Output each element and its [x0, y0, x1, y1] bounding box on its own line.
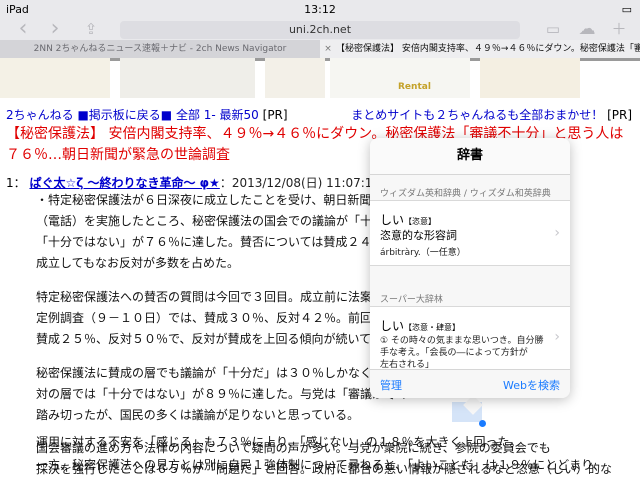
body-line: 踏み切ったが、国民の多くは議論が足りないと思っている。	[36, 408, 360, 422]
popover-title: 辞書	[370, 138, 570, 175]
dictionary-popover: 辞書 ウィズダム英和辞典 / ウィズダム和英辞典 しい【恣意】 恣意的な形容詞 …	[370, 138, 570, 398]
url-bar[interactable]: uni.2ch.net	[120, 21, 520, 39]
ad-banner[interactable]: Rental	[0, 58, 640, 98]
dictionary-entry-wisdom[interactable]: しい【恣意】 恣意的な形容詞 árbitràry.（一任意） ›	[370, 200, 570, 266]
entry-headword: しい【恣意】	[380, 211, 436, 228]
headword-tag: 【恣意】	[404, 217, 437, 226]
body-line: 運用に対する不安を「感じる」も７３％に上り、「感じない」の１８％を大きく上回った…	[36, 435, 522, 449]
manage-button[interactable]: 管理	[380, 377, 402, 393]
tab-active-article[interactable]: ×【秘密保護法】 安倍内閣支持率、４９％→４６％にダウン。秘密保護法「審議不十分…	[320, 40, 640, 58]
board-nav[interactable]: 2ちゃんねる ■掲示板に戻る■ 全部 1- 最新50 [PR]	[6, 106, 288, 123]
body-line: 「十分ではない」が７６％に達した。賛否については賛成２４％、反対	[36, 235, 420, 249]
entry-headword: しい【恣意・肆意】	[380, 317, 460, 334]
tab-label: 【秘密保護法】 安倍内閣支持率、４９％→４６％にダウン。秘密保護法「審議不十分」…	[336, 44, 640, 54]
pr-label: [PR]	[607, 108, 632, 122]
headword-text: しい	[380, 319, 405, 333]
entry-definition: 恣意的な形容詞	[380, 229, 457, 242]
body-line: 定例調査（９－１０日）では、賛成３０％、反対４２％。前回の緊急調	[36, 311, 421, 325]
banner-image-3	[265, 58, 325, 98]
banner-logo: Rental	[398, 82, 431, 92]
pr-label: [PR]	[262, 108, 288, 122]
banner-image-2	[120, 58, 255, 98]
poster-name[interactable]: ぱぐ太☆ζ ～終わりなき革命～ φ★	[29, 176, 219, 190]
body-line: 賛成２５％、反対５０％で、反対が賛成を上回る傾向が続いている。	[36, 332, 408, 346]
promo-link-text[interactable]: まとめサイトも２ちゃんねるも全部おまかせ！	[351, 108, 603, 122]
banner-image-5	[480, 58, 580, 98]
banner-image-1	[0, 58, 110, 98]
tab-label: 2NN 2ちゃんねるニュース速報＋ナビ - 2ch News Navigator	[33, 44, 287, 54]
tab-2nn[interactable]: 2NN 2ちゃんねるニュース速報＋ナビ - 2ch News Navigator	[0, 40, 320, 58]
selection-handle[interactable]	[479, 420, 486, 427]
body-line: 一方、秘密保護法への見方とは別に自民１強体制について尋ねると、「よいことだ」は１…	[36, 458, 605, 472]
search-web-button[interactable]: Webを検索	[503, 377, 560, 393]
entry-english: árbitràry.（一任意）	[380, 248, 466, 258]
chevron-right-icon: ›	[554, 225, 560, 241]
safari-toolbar: ‹ › ⇪ uni.2ch.net ▭ ☁ ＋	[0, 16, 640, 41]
body-line: 特定秘密保護法への賛否の質問は今回で３回目。成立前に法案への賛否	[36, 290, 421, 304]
body-line: 秘密保護法に賛成の層でも議論が「十分だ」は３０％しかなく、「十分	[36, 366, 415, 380]
board-nav-links[interactable]: 2ちゃんねる ■掲示板に戻る■ 全部 1- 最新50	[6, 108, 259, 122]
banner-image-4	[330, 58, 470, 98]
body-line: 対の層では「十分ではない」が８９％に達した。与党は「審議が尽く	[36, 387, 409, 401]
headword-tag: 【恣意・肆意】	[404, 323, 461, 332]
post-number: 1：	[6, 176, 26, 190]
dictionary-source-label: スーパー大辞林	[380, 295, 443, 305]
tab-bar: 2NN 2ちゃんねるニュース速報＋ナビ - 2ch News Navigator…	[0, 40, 640, 58]
close-tab-icon[interactable]: ×	[320, 40, 336, 58]
chevron-right-icon: ›	[554, 329, 560, 345]
promo-link[interactable]: まとめサイトも２ちゃんねるも全部おまかせ！ [PR]	[351, 106, 632, 123]
popover-footer: 管理 Webを検索	[370, 369, 570, 398]
headword-text: しい	[380, 213, 405, 227]
body-line: （電話）を実施したところ、秘密保護法の国会での議論が「十分だ」	[36, 214, 409, 228]
dictionary-entry-daijirin[interactable]: しい【恣意・肆意】 ① その時々の気ままな思いつき。自分勝 手な考え。「会長の―…	[370, 306, 570, 370]
dictionary-source-label: ウィズダム英和辞典 / ウィズダム和英辞典	[380, 189, 551, 199]
body-line: 成立してもなお反対が多数を占めた。	[36, 256, 240, 270]
